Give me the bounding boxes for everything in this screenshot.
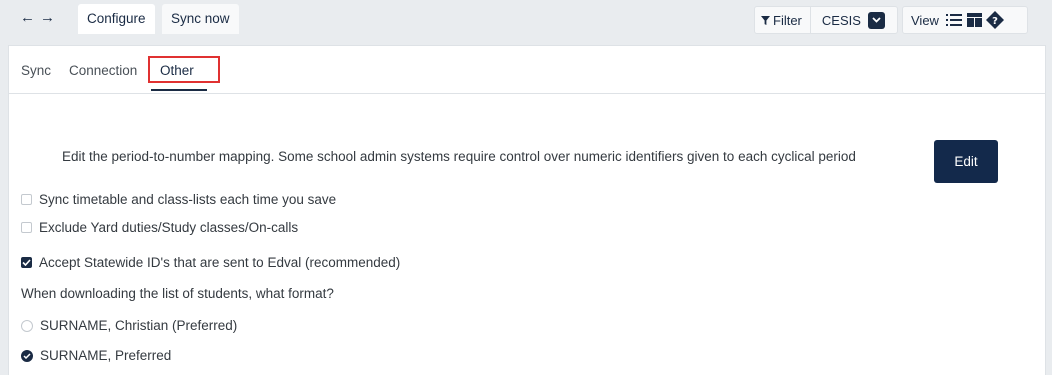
table-layout-icon[interactable] bbox=[966, 13, 982, 27]
main-panel: Sync Connection Other Edit the period-to… bbox=[8, 45, 1046, 375]
view-label: View bbox=[911, 12, 939, 28]
radio-label: SURNAME, Preferred bbox=[40, 348, 172, 363]
checkbox-row-statewide-id: Accept Statewide ID's that are sent to E… bbox=[21, 255, 400, 270]
radio-row-christian-preferred: SURNAME, Christian (Preferred) bbox=[21, 318, 237, 333]
filter-group: Filter CESIS bbox=[754, 6, 898, 34]
subtab-sync[interactable]: Sync bbox=[21, 63, 51, 78]
period-mapping-description: Edit the period-to-number mapping. Some … bbox=[62, 149, 856, 164]
filter-value: CESIS bbox=[821, 12, 861, 28]
view-group: View ? bbox=[902, 6, 1028, 34]
divider bbox=[809, 7, 811, 33]
edit-button[interactable]: Edit bbox=[934, 140, 998, 183]
format-question: When downloading the list of students, w… bbox=[21, 286, 334, 301]
checkbox-label: Exclude Yard duties/Study classes/On-cal… bbox=[39, 220, 299, 235]
subtab-bar: Sync Connection Other bbox=[9, 46, 1045, 94]
active-tab-underline bbox=[151, 89, 207, 91]
subtab-connection[interactable]: Connection bbox=[69, 63, 137, 78]
checkbox-label: Accept Statewide ID's that are sent to E… bbox=[39, 255, 401, 270]
top-toolbar: ← → Configure Sync now Filter CESIS View bbox=[0, 0, 1052, 36]
list-icon[interactable] bbox=[945, 13, 962, 27]
format-option-radio[interactable] bbox=[21, 319, 33, 332]
tab-configure[interactable]: Configure bbox=[78, 4, 155, 34]
svg-text:?: ? bbox=[992, 16, 998, 27]
sync-timetable-checkbox[interactable] bbox=[21, 194, 32, 205]
arrow-right-icon[interactable]: → bbox=[40, 9, 55, 27]
highlight-box bbox=[148, 56, 220, 83]
filter-button[interactable]: Filter bbox=[761, 13, 802, 28]
filter-dropdown[interactable]: CESIS bbox=[821, 11, 885, 29]
filter-label: Filter bbox=[773, 12, 802, 28]
checkbox-row-exclude-duties: Exclude Yard duties/Study classes/On-cal… bbox=[21, 220, 298, 235]
exclude-duties-checkbox[interactable] bbox=[21, 222, 32, 233]
statewide-id-checkbox[interactable] bbox=[21, 257, 32, 268]
radio-row-preferred: SURNAME, Preferred bbox=[21, 348, 171, 363]
format-option-radio-selected[interactable] bbox=[21, 349, 33, 362]
arrow-left-icon[interactable]: ← bbox=[20, 9, 35, 27]
filter-icon bbox=[761, 15, 770, 25]
checkbox-label: Sync timetable and class-lists each time… bbox=[39, 192, 337, 207]
check-icon bbox=[22, 259, 31, 266]
checkbox-row-sync-timetable: Sync timetable and class-lists each time… bbox=[21, 192, 336, 207]
check-icon bbox=[23, 352, 31, 359]
chevron-down-icon bbox=[867, 11, 885, 29]
tab-sync-now[interactable]: Sync now bbox=[162, 4, 239, 34]
help-icon[interactable]: ? bbox=[985, 11, 1004, 29]
radio-label: SURNAME, Christian (Preferred) bbox=[40, 318, 238, 333]
